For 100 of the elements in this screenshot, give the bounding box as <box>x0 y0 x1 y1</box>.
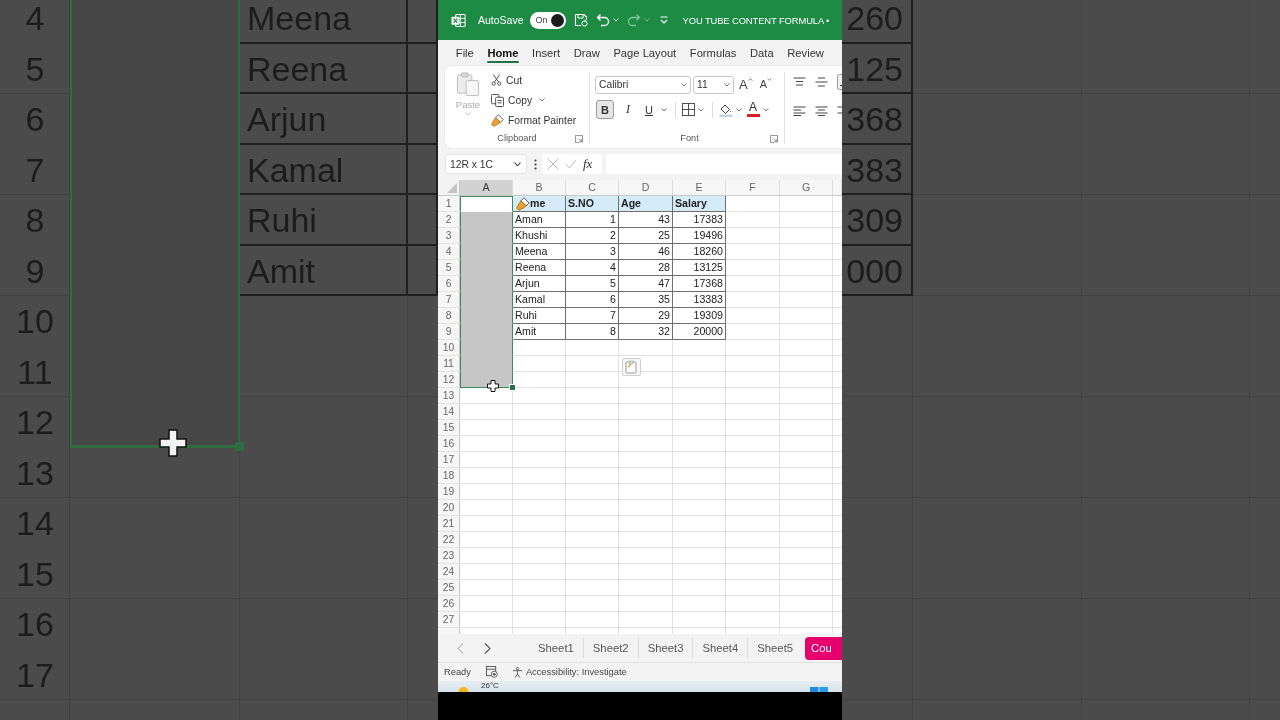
row-header[interactable]: 14 <box>438 404 460 420</box>
caret-icon[interactable] <box>643 18 650 22</box>
underline-button[interactable]: U <box>640 100 658 119</box>
row-header[interactable]: 12 <box>438 372 460 388</box>
column-header[interactable]: D <box>619 180 673 196</box>
align-center-icon[interactable] <box>815 106 828 116</box>
sheet-tab[interactable]: Sheet5 <box>747 638 803 658</box>
row-header[interactable]: 2 <box>438 212 460 228</box>
table-cell: 7 <box>566 308 619 324</box>
menu-tab[interactable]: Home <box>480 40 526 66</box>
row-header[interactable]: 21 <box>438 516 460 532</box>
table-cell: 20000 <box>673 324 726 340</box>
menu-tab[interactable]: Insert <box>525 40 567 66</box>
column-header[interactable]: E <box>673 180 726 196</box>
row-header[interactable]: 24 <box>438 564 460 580</box>
menu-tab[interactable]: Data <box>743 40 781 66</box>
save-icon[interactable] <box>573 13 588 27</box>
macro-recording-icon[interactable] <box>485 666 498 678</box>
borders-icon[interactable] <box>682 103 695 116</box>
copy-button[interactable]: Copy <box>491 90 533 110</box>
column-header[interactable]: B <box>513 180 566 196</box>
column-header[interactable]: A <box>460 180 513 196</box>
name-box[interactable]: 12R x 1C <box>445 154 527 174</box>
row-header[interactable]: 6 <box>438 276 460 292</box>
caret-icon[interactable] <box>763 107 769 112</box>
selected-cell[interactable] <box>460 212 513 228</box>
windows-logo-icon[interactable] <box>810 686 828 692</box>
caret-icon[interactable] <box>539 98 546 102</box>
row-header[interactable]: 15 <box>438 420 460 436</box>
sheet-tab[interactable]: Sheet3 <box>637 638 693 658</box>
paintbrush-icon <box>516 197 530 211</box>
row-header[interactable]: 27 <box>438 612 460 628</box>
paint-bucket-icon[interactable] <box>719 102 733 117</box>
row-header[interactable]: 9 <box>438 324 460 340</box>
dialog-launcher-icon[interactable] <box>770 135 778 143</box>
row-header[interactable]: 10 <box>438 340 460 356</box>
menu-tab[interactable]: Review <box>780 40 831 66</box>
dropdown-icon[interactable] <box>659 16 668 24</box>
align-left-icon[interactable] <box>793 106 806 116</box>
row-header[interactable]: 16 <box>438 436 460 452</box>
column-header[interactable] <box>833 180 842 196</box>
row-header[interactable]: 25 <box>438 580 460 596</box>
row-header[interactable]: 11 <box>438 356 460 372</box>
check-icon[interactable] <box>565 158 577 170</box>
row-header[interactable]: 8 <box>438 308 460 324</box>
row-header[interactable]: 1 <box>438 196 460 212</box>
chevron-right-icon[interactable] <box>484 642 491 654</box>
formula-input[interactable] <box>606 154 842 174</box>
caret-icon[interactable] <box>698 107 704 112</box>
active-cell[interactable] <box>460 196 513 212</box>
row-header[interactable]: 19 <box>438 484 460 500</box>
row-header[interactable]: 4 <box>438 244 460 260</box>
menu-tab[interactable]: File <box>449 40 481 66</box>
spreadsheet-logo-icon[interactable] <box>451 12 466 28</box>
format-painter-button[interactable]: Format Painter <box>491 110 577 130</box>
row-header[interactable]: 3 <box>438 228 460 244</box>
bold-button[interactable]: B <box>596 100 614 119</box>
undo-icon[interactable] <box>595 13 610 27</box>
sheet-tab[interactable]: Cou <box>805 636 842 660</box>
align-right-icon[interactable] <box>837 106 842 116</box>
row-header[interactable]: 17 <box>438 452 460 468</box>
accessibility-button[interactable]: Accessibility: Investigate <box>511 666 627 678</box>
column-header[interactable]: F <box>726 180 780 196</box>
cancel-icon[interactable] <box>547 158 559 170</box>
row-header[interactable]: 20 <box>438 500 460 516</box>
header-cell: Age <box>619 196 673 212</box>
menu-tab[interactable]: Draw <box>566 40 607 66</box>
sheet-tab[interactable]: Sheet1 <box>528 638 583 658</box>
italic-button[interactable]: I <box>619 100 637 119</box>
cut-button[interactable]: Cut <box>491 70 523 90</box>
shrink-font-button[interactable]: A <box>759 76 772 93</box>
select-all-corner[interactable] <box>438 180 460 196</box>
caret-icon[interactable] <box>736 107 742 112</box>
font-name-dropdown[interactable]: Calibri <box>595 75 691 94</box>
more-options-icon[interactable] <box>534 158 537 170</box>
menu-tab[interactable]: Page Layout <box>606 40 683 66</box>
row-header[interactable]: 5 <box>438 260 460 276</box>
grow-font-button[interactable]: A <box>739 76 753 93</box>
align-middle-icon[interactable] <box>815 77 828 87</box>
font-color-button[interactable]: A <box>746 101 760 118</box>
align-top-icon[interactable] <box>793 77 806 87</box>
align-bottom-icon[interactable] <box>837 74 842 90</box>
row-header[interactable]: 22 <box>438 532 460 548</box>
clipboard-icon[interactable] <box>622 358 641 376</box>
fill-handle[interactable] <box>509 384 516 391</box>
column-header[interactable]: G <box>780 180 833 196</box>
font-size-dropdown[interactable]: 11 <box>693 75 734 94</box>
sheet-tab[interactable]: Sheet4 <box>692 638 748 658</box>
row-header[interactable]: 13 <box>438 388 460 404</box>
sheet-tab[interactable]: Sheet2 <box>582 638 638 658</box>
menu-tab[interactable]: Formulas <box>683 40 744 66</box>
caret-icon[interactable] <box>661 107 667 112</box>
autosave-toggle[interactable]: On <box>529 11 566 29</box>
column-header[interactable]: C <box>566 180 619 196</box>
row-header[interactable]: 26 <box>438 596 460 612</box>
insert-function-button[interactable]: fx <box>583 156 593 172</box>
row-header[interactable]: 23 <box>438 548 460 564</box>
dialog-launcher-icon[interactable] <box>575 135 583 143</box>
row-header[interactable]: 7 <box>438 292 460 308</box>
row-header[interactable]: 18 <box>438 468 460 484</box>
